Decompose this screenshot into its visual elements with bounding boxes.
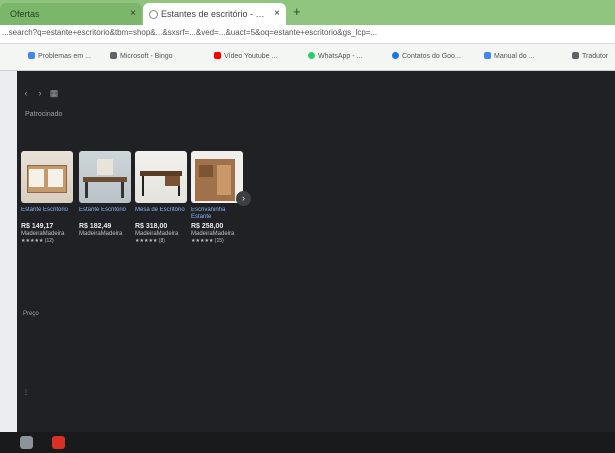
product-price: R$ 258,00 (191, 223, 224, 230)
product-card[interactable]: Estante Escritório R$ 182,49 MadeiraMade… (79, 151, 131, 238)
carousel-next-button[interactable]: › (236, 191, 251, 206)
product-rating: ★★★★★ (15) (191, 238, 224, 244)
bookmark-icon (28, 52, 35, 59)
app-icon[interactable] (52, 436, 65, 449)
bookmark-item[interactable]: Contatos do Goo... (392, 52, 472, 62)
product-image[interactable] (135, 151, 187, 203)
product-image[interactable] (79, 151, 131, 203)
product-card[interactable]: Mesa de Escritório R$ 318,00 MadeiraMade… (135, 151, 187, 244)
product-price: R$ 318,00 (135, 223, 168, 230)
bookmark-item[interactable]: Tradutor (572, 52, 614, 62)
close-icon[interactable]: × (130, 3, 136, 25)
page-content: ‹ › ▦ Patrocinado Estante Escritório R$ 14… (17, 71, 615, 453)
product-title[interactable]: Estante Escritório (21, 207, 73, 221)
product-store: MadeiraMadeira (21, 231, 65, 237)
page-toolbar: ‹ › ▦ (21, 83, 63, 98)
bookmark-item[interactable]: Vídeo Youtube ... (214, 52, 299, 62)
bookmarks-bar: Problemas em ... Microsoft - Bingo Vídeo… (0, 44, 615, 71)
tab-label: Estantes de escritório - Google (161, 9, 266, 19)
bookmark-item[interactable]: Manual do ... (484, 52, 559, 62)
grid-icon[interactable]: ▦ (49, 88, 59, 98)
product-price: R$ 149,17 (21, 223, 54, 230)
tab-ofertas[interactable]: Ofertas × (0, 3, 142, 25)
bookmark-item[interactable]: Microsoft - Bingo (110, 52, 200, 62)
doc-icon (484, 52, 491, 59)
bookmark-item[interactable]: Problemas em ... (28, 52, 98, 62)
product-card[interactable]: Estante Escritório R$ 149,17 MadeiraMade… (21, 151, 73, 244)
contacts-icon (392, 52, 399, 59)
product-store: MadeiraMadeira (79, 231, 123, 237)
product-title[interactable]: Mesa de Escritório (135, 207, 187, 221)
tab-bar: Ofertas × Estantes de escritório - Googl… (0, 0, 615, 25)
product-rating: ★★★★★ (8) (135, 238, 165, 244)
forward-icon[interactable]: › (35, 88, 45, 98)
bookmark-icon (572, 52, 579, 59)
left-edge (0, 71, 17, 453)
youtube-icon (214, 52, 221, 59)
product-store: MadeiraMadeira (135, 231, 179, 237)
address-bar[interactable]: ...search?q=estante+escritorio&tbm=shop&… (0, 25, 615, 44)
product-store: MadeiraMadeira (191, 231, 235, 237)
back-icon[interactable]: ‹ (21, 88, 31, 98)
app-icon[interactable] (20, 436, 33, 449)
bookmark-icon (110, 52, 117, 59)
product-price: R$ 182,49 (79, 223, 112, 230)
taskbar (0, 432, 615, 453)
side-label-2: ⋮ (23, 390, 29, 396)
close-icon[interactable]: × (274, 3, 280, 25)
tab-label: Ofertas (10, 9, 40, 19)
tab-active[interactable]: Estantes de escritório - Google × (143, 3, 286, 25)
product-title[interactable]: Estante Escritório (79, 207, 131, 221)
side-label: Preço (23, 311, 39, 317)
bookmark-item[interactable]: WhatsApp - ... (308, 52, 380, 62)
product-image[interactable] (191, 151, 243, 203)
product-title[interactable]: Escrivaninha Estante (191, 207, 243, 221)
product-rating: ★★★★★ (12) (21, 238, 54, 244)
whatsapp-icon (308, 52, 315, 59)
section-label: Patrocinado (25, 111, 63, 118)
product-image[interactable] (21, 151, 73, 203)
globe-icon (149, 10, 158, 19)
url-text[interactable]: ...search?q=estante+escritorio&tbm=shop&… (2, 28, 612, 37)
new-tab-button[interactable]: + (293, 4, 301, 19)
